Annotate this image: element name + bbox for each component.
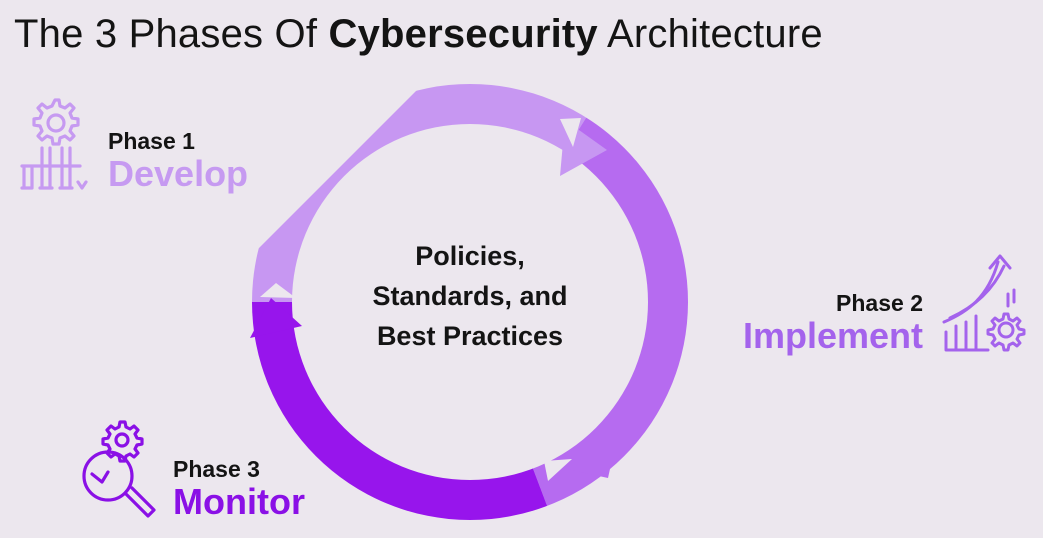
phase-3-number: Phase 3 xyxy=(173,456,260,482)
phase-1-number: Phase 1 xyxy=(108,128,195,154)
center-line-3: Best Practices xyxy=(376,321,564,351)
growth-gear-icon xyxy=(942,254,1026,352)
magnifier-gear-icon xyxy=(82,420,156,518)
phase-2-name: Implement xyxy=(742,315,923,356)
phase-3-label: Phase 3 Monitor xyxy=(173,456,305,522)
gear-pillars-icon xyxy=(20,98,88,190)
phase-2-number: Phase 2 xyxy=(836,290,923,316)
center-line-1: Policies, xyxy=(415,241,525,271)
phase-3-name: Monitor xyxy=(173,481,305,522)
center-text: Policies, Standards, and Best Practices xyxy=(330,236,610,356)
phase-1-name: Develop xyxy=(108,153,249,194)
phase-2-label: Phase 2 Implement xyxy=(720,290,923,356)
phase-1-label: Phase 1 Develop xyxy=(108,128,248,194)
center-line-2: Standards, and xyxy=(372,281,568,311)
